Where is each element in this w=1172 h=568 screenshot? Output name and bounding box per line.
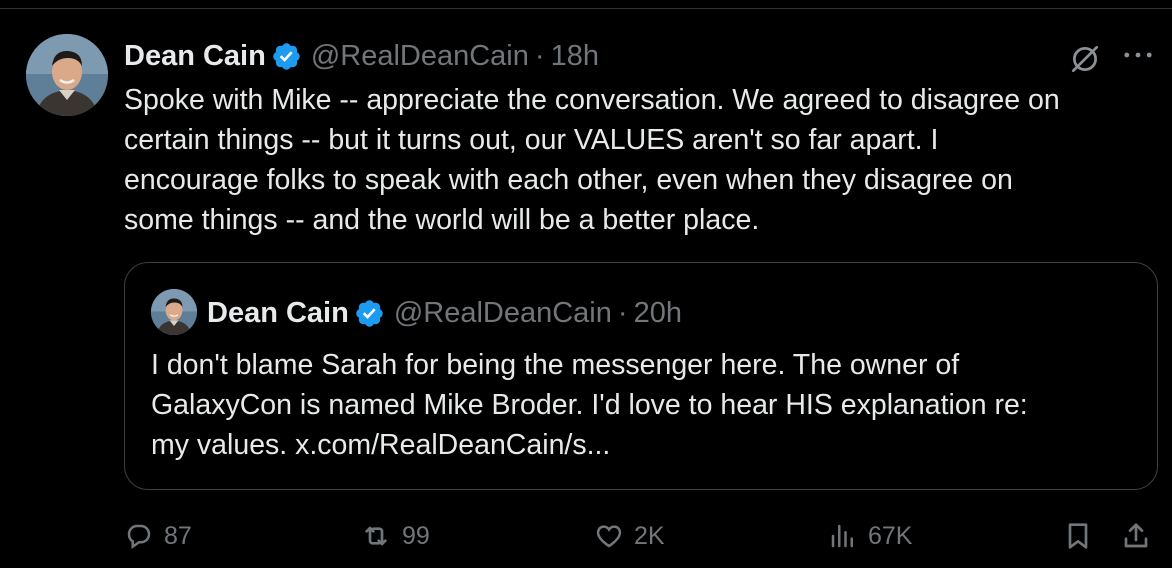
reply-count: 87: [164, 521, 192, 550]
action-bar: 87 99 2K 67K: [124, 514, 1164, 558]
like-icon: [594, 521, 624, 551]
views-button[interactable]: 67K: [828, 514, 912, 558]
like-button[interactable]: 2K: [594, 514, 665, 558]
reply-button[interactable]: 87: [124, 514, 192, 558]
reply-icon: [124, 521, 154, 551]
share-button[interactable]: [1120, 514, 1152, 558]
avatar[interactable]: [26, 34, 108, 116]
quoted-timestamp[interactable]: 20h: [634, 297, 682, 330]
verified-badge-icon[interactable]: [271, 41, 302, 72]
grok-icon[interactable]: [1066, 40, 1104, 78]
bookmark-icon: [1062, 520, 1094, 552]
tweet-header: Dean Cain @RealDeanCain · 18h: [124, 36, 599, 76]
repost-button[interactable]: 99: [360, 514, 430, 558]
quoted-tweet[interactable]: Dean Cain @RealDeanCain · 20h I don't bl…: [124, 262, 1158, 490]
share-icon: [1120, 520, 1152, 552]
like-count: 2K: [634, 521, 665, 550]
quoted-text: I don't blame Sarah for being the messen…: [151, 349, 1028, 461]
views-icon: [828, 521, 858, 551]
separator-dot: ·: [534, 39, 545, 72]
verified-badge-icon[interactable]: [354, 298, 385, 329]
bookmark-button[interactable]: [1062, 514, 1094, 558]
repost-count: 99: [402, 521, 430, 550]
repost-icon: [360, 520, 392, 552]
more-icon[interactable]: [1118, 40, 1158, 70]
timestamp[interactable]: 18h: [551, 40, 599, 73]
view-count: 67K: [868, 521, 913, 550]
quoted-header: Dean Cain @RealDeanCain · 20h: [207, 293, 682, 333]
author-handle[interactable]: @RealDeanCain: [311, 40, 529, 73]
quoted-handle[interactable]: @RealDeanCain: [394, 297, 612, 330]
quoted-author-name[interactable]: Dean Cain: [207, 297, 349, 330]
author-name[interactable]: Dean Cain: [124, 40, 266, 73]
quoted-avatar[interactable]: [151, 289, 197, 335]
tweet[interactable]: Dean Cain @RealDeanCain · 18h Spoke with…: [0, 0, 1172, 568]
tweet-text: Spoke with Mike -- appreciate the conver…: [124, 84, 1060, 236]
separator-dot: ·: [617, 296, 628, 329]
